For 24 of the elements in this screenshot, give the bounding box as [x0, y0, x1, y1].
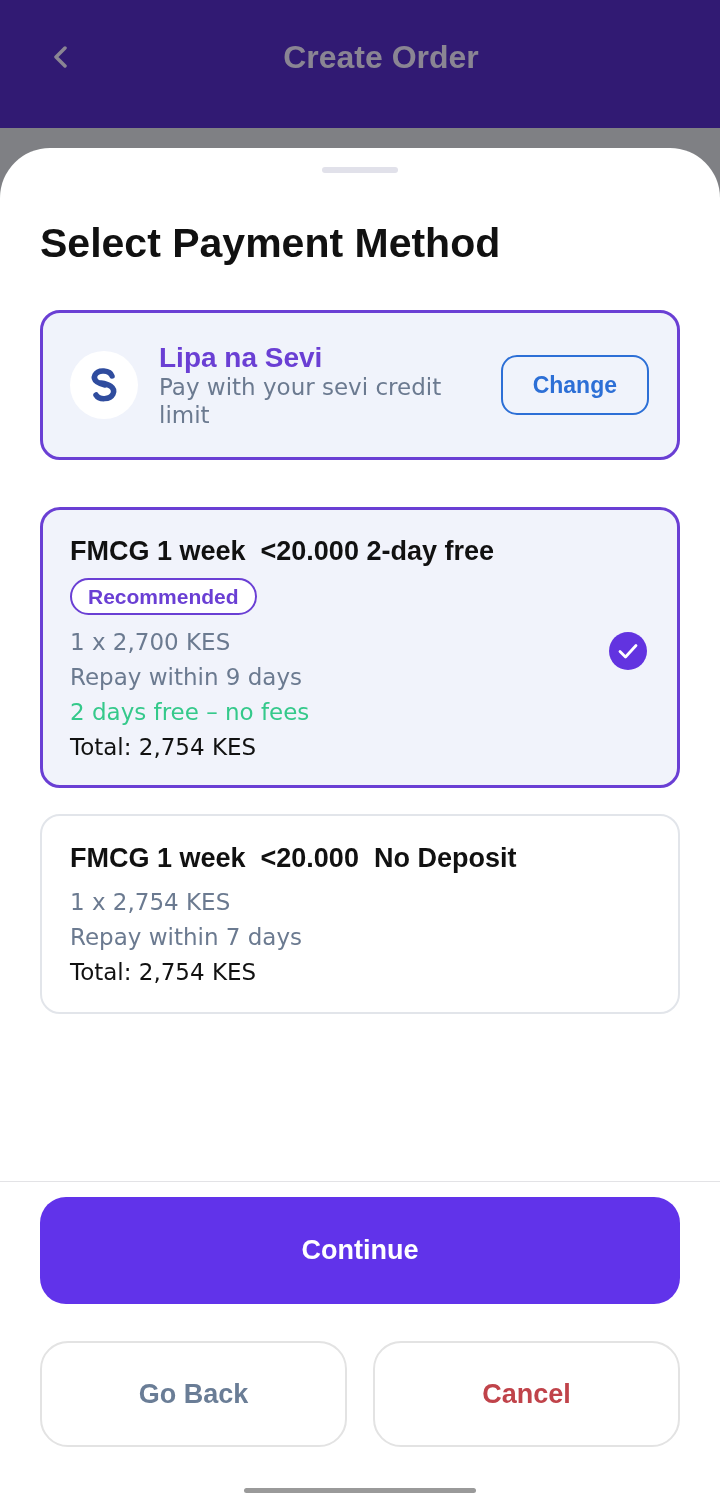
continue-button[interactable]: Continue	[40, 1197, 680, 1304]
method-name: Lipa na Sevi	[159, 341, 324, 373]
plan-detail: 1 x 2,700 KES	[70, 628, 232, 657]
cancel-button[interactable]: Cancel	[373, 1341, 680, 1447]
back-icon[interactable]	[52, 46, 68, 68]
plan-detail: Repay within 7 days	[70, 923, 304, 952]
promo-text: 2 days free – no fees	[70, 698, 311, 727]
plan-title: FMCG 1 week <20.000 No Deposit	[70, 844, 518, 873]
total-text: Total: 2,754 KES	[70, 958, 258, 987]
sheet-title: Select Payment Method	[40, 220, 502, 266]
method-description: Pay with your sevi credit limit	[159, 373, 443, 429]
screen-title: Create Order	[282, 38, 480, 77]
plan-option[interactable]: FMCG 1 week <20.000 No Deposit 1 x 2,754 KES Repay within 7 days Total: 2,754 KES	[40, 814, 680, 1014]
plan-detail: Repay within 9 days	[70, 663, 304, 692]
recommended-badge: Recommended	[70, 578, 257, 615]
plan-option[interactable]: FMCG 1 week <20.000 2-day free Recommended 1 x 2,700 KES Repay within 9 days 2 days free – no fees Total: 2,754 KES	[40, 507, 680, 788]
check-icon	[609, 632, 647, 670]
drag-handle[interactable]	[322, 167, 398, 173]
total-text: Total: 2,754 KES	[70, 733, 258, 762]
go-back-button[interactable]: Go Back	[40, 1341, 347, 1447]
logo-icon	[70, 351, 138, 419]
change-button[interactable]: Change	[500, 355, 649, 415]
plan-title: FMCG 1 week <20.000 2-day free	[70, 537, 495, 566]
plan-detail: 1 x 2,754 KES	[70, 888, 232, 917]
